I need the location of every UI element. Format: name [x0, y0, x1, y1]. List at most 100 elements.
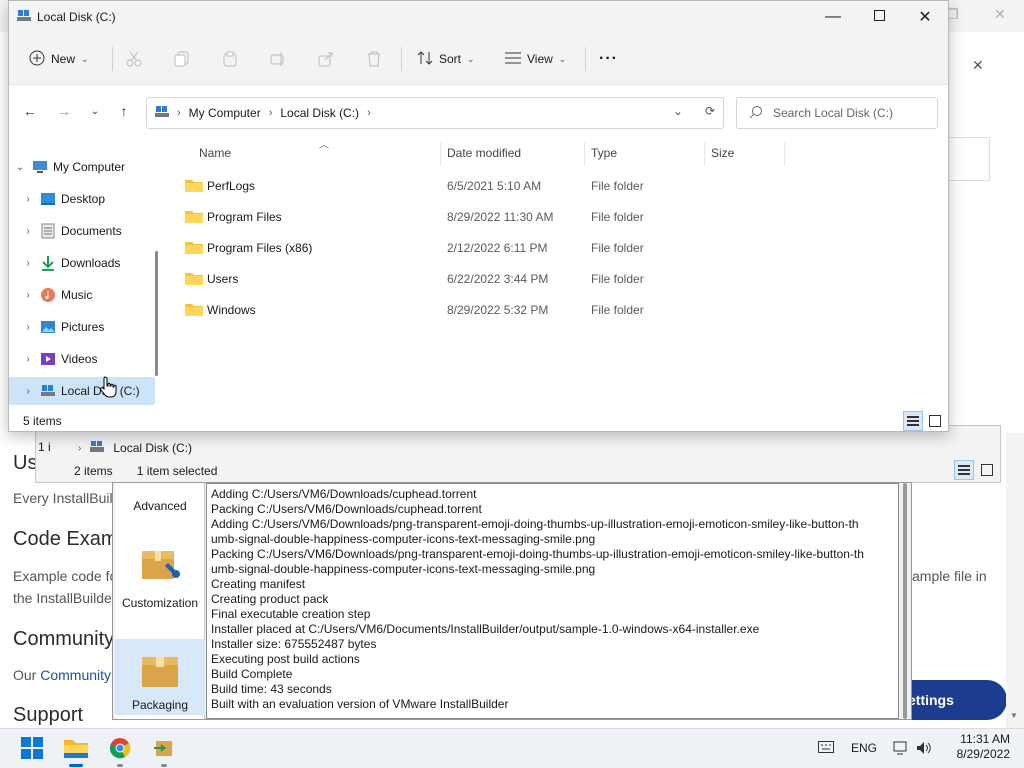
column-divider[interactable]: [584, 142, 585, 166]
log-line: Creating product pack: [211, 592, 329, 606]
close-icon[interactable]: ✕: [972, 57, 984, 74]
view-button[interactable]: View ⌄: [505, 45, 566, 73]
community-link[interactable]: Community: [40, 667, 111, 683]
taskbar-chrome[interactable]: [104, 733, 136, 767]
tree-item-label: Videos: [61, 352, 98, 366]
sidebar-item-customization[interactable]: Customization: [115, 541, 205, 615]
language-indicator[interactable]: ENG: [851, 741, 877, 755]
column-header-name[interactable]: Name: [199, 146, 231, 160]
close-button[interactable]: ✕: [902, 1, 948, 33]
column-divider[interactable]: [784, 142, 785, 166]
tree-item-local-disk[interactable]: › Local Disk (C:): [9, 377, 155, 405]
folder-icon: [185, 209, 203, 226]
file-type: File folder: [591, 241, 644, 255]
maximize-button[interactable]: [856, 1, 902, 33]
cut-icon[interactable]: [123, 48, 145, 70]
file-type: File folder: [591, 303, 644, 317]
sort-button[interactable]: Sort ⌄: [417, 45, 475, 73]
sidebar-item-label: Customization: [121, 596, 199, 610]
chevron-right-icon[interactable]: ›: [17, 290, 39, 301]
network-icon[interactable]: [893, 741, 909, 758]
tree-scrollbar[interactable]: [155, 251, 158, 376]
tiles-view-icon[interactable]: [977, 460, 997, 480]
tree-item-my-computer[interactable]: ⌄ My Computer: [9, 153, 155, 181]
scroll-thumb[interactable]: [903, 483, 907, 719]
tree-item-desktop[interactable]: › Desktop: [9, 185, 155, 213]
column-header-date[interactable]: Date modified: [447, 146, 521, 160]
build-log[interactable]: Adding C:/Users/VM6/Downloads/cuphead.to…: [206, 483, 899, 719]
new-button[interactable]: New ⌄: [29, 45, 89, 73]
file-type: File folder: [591, 210, 644, 224]
dialog-field[interactable]: [946, 137, 990, 181]
column-divider[interactable]: [704, 142, 705, 166]
chevron-down-icon: ⌄: [467, 53, 475, 64]
sidebar-item-packaging[interactable]: Packaging: [115, 639, 205, 715]
tree-item-downloads[interactable]: › Downloads: [9, 249, 155, 277]
installbuilder-window: Advanced Customization Packaging Adding …: [112, 482, 912, 720]
tree-item-local-disk[interactable]: › Local Disk (C:): [78, 434, 678, 462]
details-view-icon[interactable]: [954, 460, 974, 480]
tree-item-pictures[interactable]: › Pictures: [9, 313, 155, 341]
up-arrow-icon[interactable]: ↑: [113, 100, 135, 122]
file-row[interactable]: Program Files 8/29/2022 11:30 AM File fo…: [185, 203, 785, 231]
refresh-icon[interactable]: ⟳: [705, 104, 715, 118]
file-row[interactable]: Program Files (x86) 2/12/2022 6:11 PM Fi…: [185, 234, 785, 262]
status-bar: 5 items: [9, 411, 948, 433]
background-dialog: ✕: [945, 33, 1024, 433]
chevron-right-icon[interactable]: ›: [17, 258, 39, 269]
file-row[interactable]: Users 6/22/2022 3:44 PM File folder: [185, 265, 785, 293]
titlebar[interactable]: Local Disk (C:) — ✕: [9, 1, 948, 33]
log-scrollbar[interactable]: [900, 483, 910, 719]
close-icon[interactable]: ✕: [994, 6, 1006, 23]
breadcrumb-my-computer[interactable]: My Computer: [189, 106, 261, 120]
forward-arrow-icon[interactable]: →: [53, 100, 75, 122]
column-header-type[interactable]: Type: [591, 146, 617, 160]
back-arrow-icon[interactable]: ←: [19, 100, 41, 122]
sidebar-item-advanced[interactable]: Advanced: [115, 483, 205, 519]
file-row[interactable]: PerfLogs 6/5/2021 5:10 AM File folder: [185, 172, 785, 200]
clock-time: 11:31 AM: [960, 732, 1010, 746]
column-divider[interactable]: [440, 142, 441, 166]
web-paragraph: the InstallBuilde: [13, 590, 112, 606]
tree-item-documents[interactable]: › Documents: [9, 217, 155, 245]
recent-chevron-icon[interactable]: ⌄: [84, 100, 106, 122]
system-clock[interactable]: 11:31 AM 8/29/2022: [950, 732, 1010, 762]
start-button[interactable]: [16, 733, 48, 765]
delete-icon[interactable]: [363, 48, 385, 70]
tree-item-videos[interactable]: › Videos: [9, 345, 155, 373]
tree-item-music[interactable]: › Music: [9, 281, 155, 309]
copy-icon[interactable]: [171, 48, 193, 70]
web-heading-community: Community: [13, 628, 115, 650]
address-bar[interactable]: › My Computer › Local Disk (C:) › ⌄ ⟳: [146, 97, 724, 129]
chevron-right-icon[interactable]: ›: [17, 322, 39, 333]
rename-icon[interactable]: [267, 48, 289, 70]
more-options-button[interactable]: ···: [599, 45, 618, 73]
chevron-right-icon[interactable]: ›: [269, 107, 273, 119]
breadcrumb-local-disk[interactable]: Local Disk (C:): [280, 106, 359, 120]
chevron-down-icon[interactable]: ⌄: [9, 162, 31, 173]
taskbar-file-explorer[interactable]: [60, 733, 92, 767]
chevron-right-icon[interactable]: ›: [17, 226, 39, 237]
navigation-bar: ← → ⌄ ↑ › My Computer › Local Disk (C:) …: [9, 86, 948, 136]
scroll-down-icon[interactable]: ▼: [1010, 711, 1018, 720]
chevron-down-icon[interactable]: ⌄: [673, 104, 683, 118]
details-view-icon[interactable]: [903, 411, 923, 431]
search-input[interactable]: Search Local Disk (C:): [736, 97, 938, 129]
chevron-right-icon[interactable]: ›: [177, 107, 181, 119]
chevron-right-icon[interactable]: ›: [17, 354, 39, 365]
chevron-right-icon[interactable]: ›: [17, 194, 39, 205]
taskbar-installbuilder[interactable]: [148, 733, 180, 767]
paste-icon[interactable]: [219, 48, 241, 70]
column-header-size[interactable]: Size: [711, 146, 734, 160]
chevron-right-icon[interactable]: ›: [17, 386, 39, 397]
tiles-view-icon[interactable]: [925, 411, 945, 431]
installbuilder-sidebar: Advanced Customization Packaging: [115, 483, 205, 719]
close-icon: ✕: [918, 9, 932, 26]
chevron-right-icon[interactable]: ›: [78, 443, 81, 454]
file-row[interactable]: Windows 8/29/2022 5:32 PM File folder: [185, 296, 785, 324]
volume-icon[interactable]: [916, 741, 932, 758]
share-icon[interactable]: [315, 48, 337, 70]
minimize-button[interactable]: —: [810, 1, 856, 33]
keyboard-icon[interactable]: [818, 741, 834, 756]
chevron-right-icon[interactable]: ›: [367, 107, 371, 119]
